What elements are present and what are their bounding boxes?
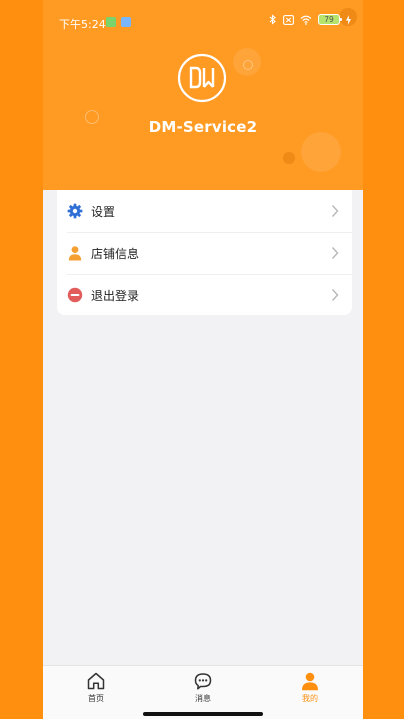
menu-item-settings[interactable]: 设置 — [57, 190, 352, 232]
decor-dot — [283, 152, 295, 164]
chevron-right-icon — [331, 289, 339, 301]
menu-item-store-info[interactable]: 店铺信息 — [57, 232, 352, 274]
status-indicators: 79 — [269, 14, 351, 25]
person-icon — [68, 246, 82, 261]
profile-header: 下午5:24 79 DM-Service2 — [43, 0, 363, 190]
tab-label: 首页 — [88, 694, 104, 703]
menu-item-label: 退出登录 — [91, 289, 140, 303]
notification-icon — [121, 17, 131, 27]
status-time: 下午5:24 — [59, 18, 106, 31]
chevron-right-icon — [331, 247, 339, 259]
status-bar: 下午5:24 79 — [43, 0, 363, 44]
home-indicator[interactable] — [143, 712, 263, 716]
tab-bar: 首页 消息 我的 — [43, 665, 363, 719]
dm-logo-icon — [177, 53, 227, 103]
sim-off-icon — [283, 14, 294, 25]
menu-card: 设置 店铺信息 退出登录 — [57, 190, 352, 315]
menu-item-label: 店铺信息 — [91, 247, 140, 261]
tab-label: 消息 — [195, 694, 211, 703]
message-icon — [194, 673, 212, 690]
home-icon — [87, 672, 105, 690]
app-name: DM-Service2 — [148, 118, 258, 136]
gear-icon — [67, 203, 83, 219]
wifi-icon — [300, 15, 312, 25]
bluetooth-icon — [269, 14, 276, 25]
chevron-right-icon — [331, 205, 339, 217]
logout-icon — [67, 287, 83, 303]
tab-label: 我的 — [302, 694, 318, 703]
tab-messages[interactable]: 消息 — [150, 666, 256, 710]
menu-item-logout[interactable]: 退出登录 — [57, 274, 352, 316]
notification-icon — [106, 17, 116, 27]
menu-item-label: 设置 — [91, 205, 116, 219]
decor-circle — [301, 132, 341, 172]
battery-icon: 79 — [318, 14, 342, 25]
tab-home[interactable]: 首页 — [43, 666, 149, 710]
profile-icon — [302, 672, 318, 691]
tab-profile[interactable]: 我的 — [257, 666, 363, 710]
charging-icon — [346, 14, 351, 25]
decor-ring — [243, 60, 253, 70]
phone-screen: 下午5:24 79 DM-Service2 设置 店铺信息 退出登录 首页 消息… — [43, 0, 363, 719]
